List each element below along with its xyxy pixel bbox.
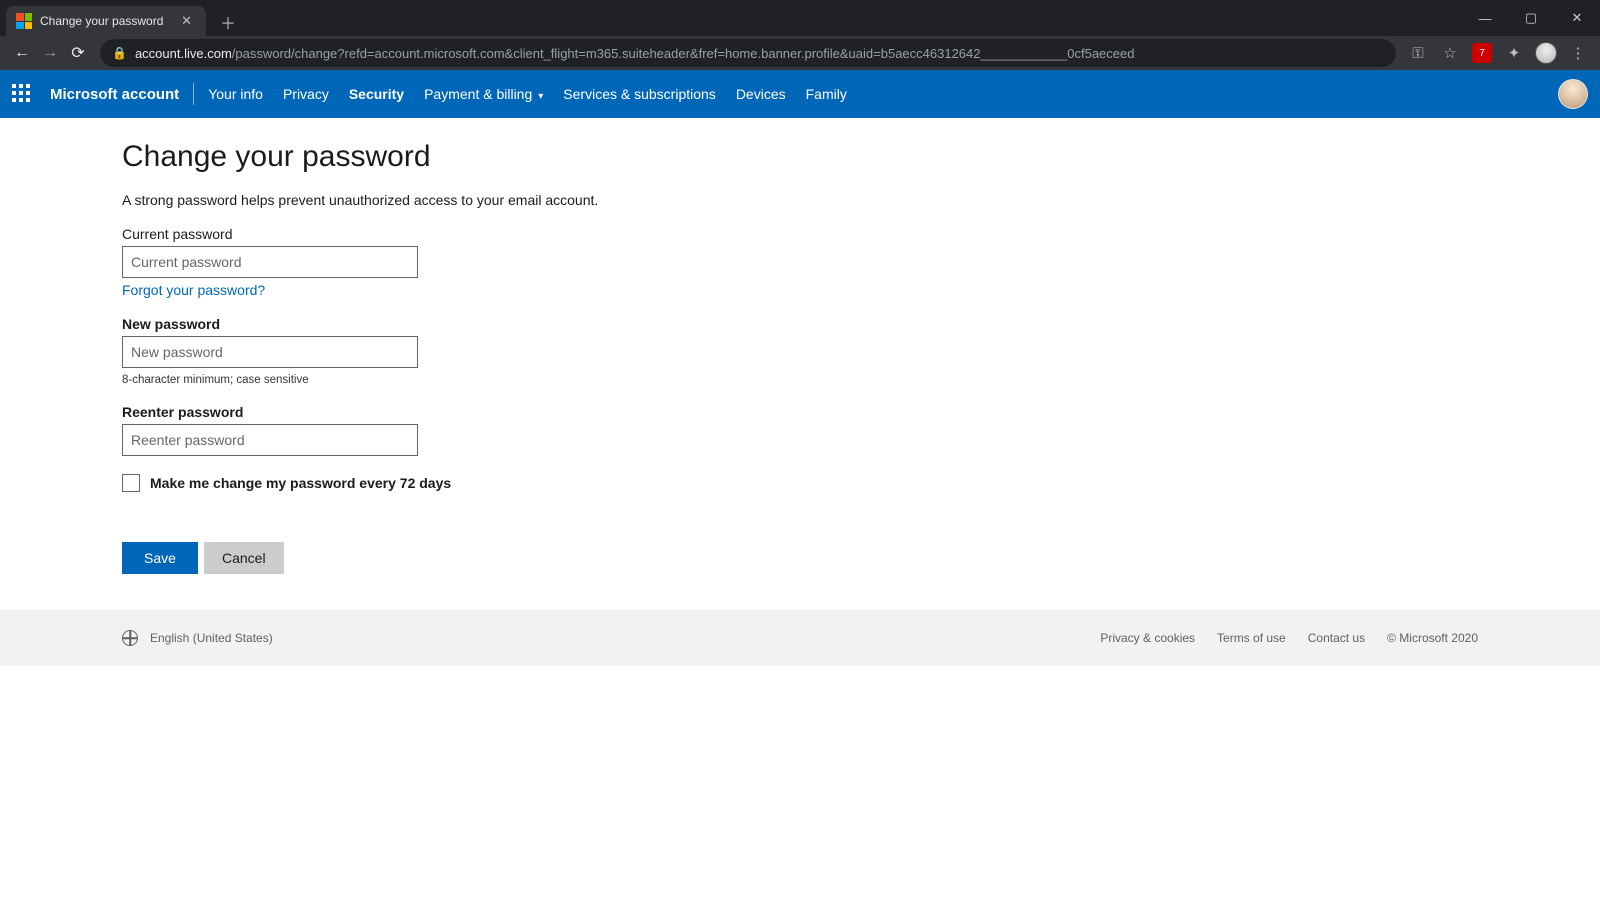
current-password-label: Current password <box>122 226 1600 242</box>
reload-button[interactable]: ⟳ <box>64 39 92 67</box>
chevron-down-icon: ▾ <box>538 91 543 102</box>
window-controls: ― ▢ ✕ <box>1462 0 1600 36</box>
nav-services[interactable]: Services & subscriptions <box>563 86 716 102</box>
minimize-button[interactable]: ― <box>1462 0 1508 36</box>
tab-title: Change your password <box>40 14 177 28</box>
footer-privacy-link[interactable]: Privacy & cookies <box>1100 631 1195 645</box>
reenter-password-label: Reenter password <box>122 404 1600 420</box>
page-subtext: A strong password helps prevent unauthor… <box>122 192 1600 208</box>
brand-title[interactable]: Microsoft account <box>50 86 179 103</box>
new-tab-button[interactable]: ＋ <box>214 8 242 36</box>
nav-separator <box>193 83 194 105</box>
expire-checkbox[interactable] <box>122 474 140 492</box>
microsoft-favicon <box>16 13 32 29</box>
nav-devices[interactable]: Devices <box>736 86 786 102</box>
menu-icon[interactable]: ⋮ <box>1564 39 1592 67</box>
button-row: Save Cancel <box>122 542 1600 574</box>
toolbar-right: ⚿ ☆ 7 ✦ ⋮ <box>1404 39 1592 67</box>
browser-chrome: Change your password ✕ ＋ ― ▢ ✕ ← → ⟳ 🔒 a… <box>0 0 1600 70</box>
lock-icon: 🔒 <box>112 46 127 60</box>
footer-left: English (United States) <box>122 630 273 646</box>
forward-button[interactable]: → <box>36 39 64 67</box>
footer-copyright: © Microsoft 2020 <box>1387 631 1478 645</box>
reenter-password-group: Reenter password <box>122 404 1600 456</box>
footer-right: Privacy & cookies Terms of use Contact u… <box>1100 631 1478 645</box>
footer-terms-link[interactable]: Terms of use <box>1217 631 1286 645</box>
url-bar[interactable]: 🔒 account.live.com/password/change?refd=… <box>100 39 1396 67</box>
key-icon[interactable]: ⚿ <box>1404 39 1432 67</box>
footer-contact-link[interactable]: Contact us <box>1308 631 1365 645</box>
expire-checkbox-row: Make me change my password every 72 days <box>122 474 1600 492</box>
nav-links: Your info Privacy Security Payment & bil… <box>208 86 847 102</box>
new-password-input[interactable] <box>122 336 418 368</box>
app-launcher-icon[interactable] <box>12 84 32 104</box>
close-tab-icon[interactable]: ✕ <box>177 13 196 29</box>
browser-tab[interactable]: Change your password ✕ <box>6 6 206 36</box>
nav-family[interactable]: Family <box>806 86 847 102</box>
password-hint: 8-character minimum; case sensitive <box>122 374 1600 386</box>
page-title: Change your password <box>122 140 1600 174</box>
save-button[interactable]: Save <box>122 542 198 574</box>
reenter-password-input[interactable] <box>122 424 418 456</box>
language-link[interactable]: English (United States) <box>150 631 273 645</box>
nav-payment[interactable]: Payment & billing▾ <box>424 86 543 102</box>
maximize-button[interactable]: ▢ <box>1508 0 1554 36</box>
microsoft-nav: Microsoft account Your info Privacy Secu… <box>0 70 1600 118</box>
nav-your-info[interactable]: Your info <box>208 86 263 102</box>
extensions-icon[interactable]: ✦ <box>1500 39 1528 67</box>
new-password-group: New password 8-character minimum; case s… <box>122 316 1600 386</box>
globe-icon[interactable] <box>122 630 138 646</box>
new-password-label: New password <box>122 316 1600 332</box>
current-password-group: Current password Forgot your password? <box>122 226 1600 298</box>
back-button[interactable]: ← <box>8 39 36 67</box>
address-bar: ← → ⟳ 🔒 account.live.com/password/change… <box>0 36 1600 70</box>
expire-checkbox-label[interactable]: Make me change my password every 72 days <box>150 475 451 491</box>
nav-privacy[interactable]: Privacy <box>283 86 329 102</box>
current-password-input[interactable] <box>122 246 418 278</box>
forgot-password-link[interactable]: Forgot your password? <box>122 282 265 298</box>
account-avatar[interactable] <box>1558 79 1588 109</box>
close-window-button[interactable]: ✕ <box>1554 0 1600 36</box>
bookmark-star-icon[interactable]: ☆ <box>1436 39 1464 67</box>
profile-avatar[interactable] <box>1532 39 1560 67</box>
page-footer: English (United States) Privacy & cookie… <box>0 610 1600 666</box>
page-content: Change your password A strong password h… <box>0 118 1600 574</box>
url-path: /password/change?refd=account.microsoft.… <box>232 46 1135 61</box>
cancel-button[interactable]: Cancel <box>204 542 284 574</box>
nav-security[interactable]: Security <box>349 86 404 102</box>
url-host: account.live.com <box>135 46 232 61</box>
extension-badge[interactable]: 7 <box>1468 39 1496 67</box>
tab-strip: Change your password ✕ ＋ ― ▢ ✕ <box>0 0 1600 36</box>
